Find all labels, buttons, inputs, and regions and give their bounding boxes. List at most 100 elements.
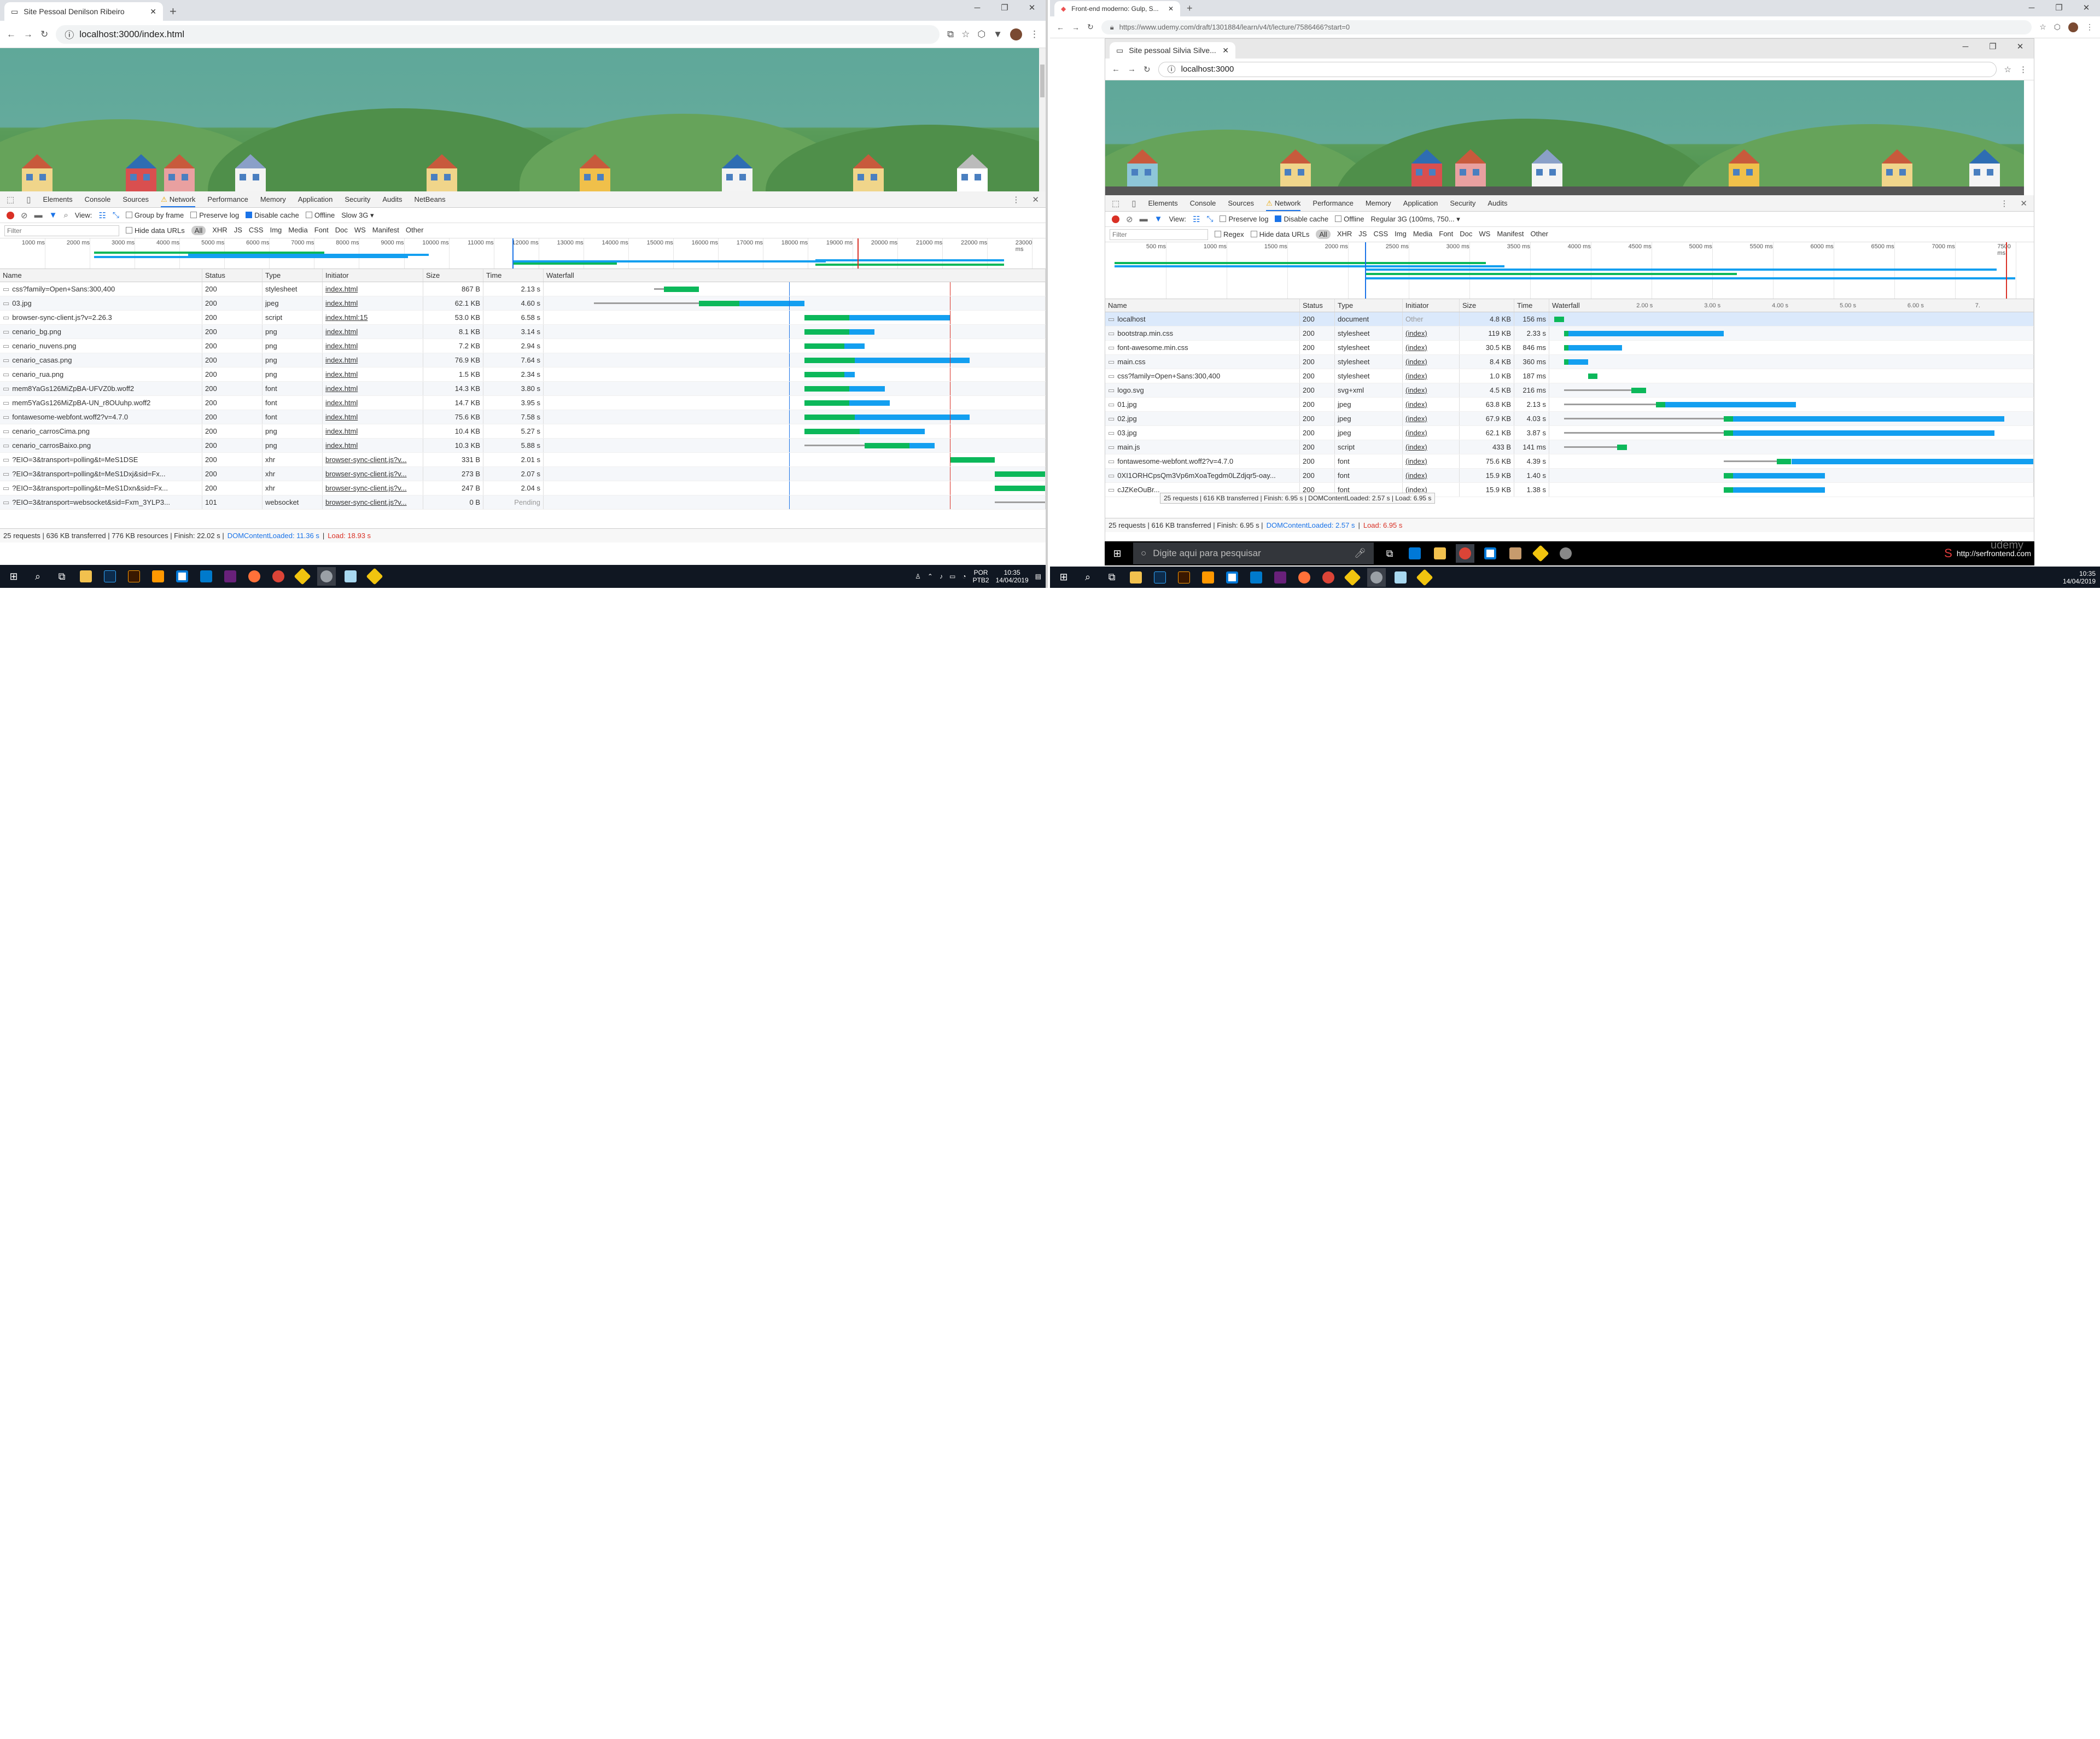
camera-icon[interactable]: ▬ <box>1140 214 1148 224</box>
cell-initiator[interactable]: browser-sync-client.js?v... <box>323 481 423 495</box>
more-icon[interactable]: ⋮ <box>2000 199 2008 208</box>
cell-initiator[interactable]: browser-sync-client.js?v... <box>323 453 423 466</box>
app-icon[interactable] <box>1391 568 1410 587</box>
chrome-icon[interactable] <box>1319 568 1338 587</box>
search-icon[interactable]: ⌕ <box>1078 568 1097 587</box>
tab-memory[interactable]: Memory <box>260 195 286 203</box>
overview-timeline[interactable]: 1000 ms 2000 ms 3000 ms 4000 ms 5000 ms 6000 … <box>0 238 1046 269</box>
inner-address-bar[interactable]: ⓘ localhost:3000 <box>1158 61 1997 77</box>
new-tab-button[interactable]: + <box>1180 3 1199 16</box>
close-tab-icon[interactable]: ✕ <box>1222 46 1229 55</box>
table-row[interactable]: ▭ browser-sync-client.js?v=2.26.3 200 scrip… <box>0 311 1046 325</box>
app-icon[interactable] <box>1481 544 1500 563</box>
table-row[interactable]: ▭ cenario_rua.png 200 png index.html 1.5 KB 2.… <box>0 367 1046 382</box>
app-icon[interactable] <box>341 567 360 586</box>
forward-icon[interactable]: → <box>1072 23 1080 32</box>
table-row[interactable]: ▭ cenario_carrosCima.png 200 png index.html 1… <box>0 424 1046 439</box>
more-icon[interactable]: ⋮ <box>1012 195 1020 205</box>
cell-initiator[interactable]: index.html:15 <box>323 311 423 324</box>
windows-start-icon[interactable]: ⊞ <box>4 567 23 586</box>
tab-memory[interactable]: Memory <box>1366 199 1391 207</box>
vscode-icon[interactable] <box>197 567 215 586</box>
clear-icon[interactable]: ⊘ <box>1126 214 1133 224</box>
table-row[interactable]: ▭ 01.jpg 200 jpeg (index) 63.8 KB 2.13 s <box>1105 398 2034 412</box>
app-icon[interactable] <box>173 567 191 586</box>
column-header-time[interactable]: Time <box>483 269 544 282</box>
task-view-icon[interactable]: ⧉ <box>1102 568 1121 587</box>
filter-type-js[interactable]: JS <box>1358 230 1367 239</box>
table-row[interactable]: ▭ 03.jpg 200 jpeg (index) 62.1 KB 3.87 s <box>1105 426 2034 440</box>
column-header-name[interactable]: Name <box>1105 299 1300 312</box>
file-explorer-icon[interactable] <box>1431 544 1449 563</box>
tab-audits[interactable]: Audits <box>382 195 402 203</box>
filter-type-doc[interactable]: Doc <box>1460 230 1472 239</box>
visual-studio-icon[interactable] <box>1271 568 1290 587</box>
tab-elements[interactable]: Elements <box>43 195 72 203</box>
overview-timeline[interactable]: 500 ms 1000 ms 1500 ms 2000 ms 2500 ms 3000 m… <box>1105 242 2034 299</box>
windows-start-icon[interactable]: ⊞ <box>1108 544 1127 563</box>
table-row[interactable]: ▭ logo.svg 200 svg+xml (index) 4.5 KB 216 ms <box>1105 383 2034 398</box>
cell-initiator[interactable]: (index) <box>1403 355 1460 369</box>
column-header-type[interactable]: Type <box>1335 299 1403 312</box>
table-row[interactable]: ▭ 03.jpg 200 jpeg index.html 62.1 KB 4.60 s <box>0 296 1046 311</box>
firefox-icon[interactable] <box>1295 568 1314 587</box>
table-row[interactable]: ▭ localhost 200 document Other 4.8 KB 156 ms <box>1105 312 2034 326</box>
offline-checkbox[interactable]: Offline <box>1335 215 1364 223</box>
column-header-waterfall[interactable]: Waterfall <box>544 269 1046 282</box>
task-view-icon[interactable]: ⧉ <box>52 567 71 586</box>
column-header-initiator[interactable]: Initiator <box>323 269 423 282</box>
back-icon[interactable]: ← <box>7 29 16 40</box>
reload-icon[interactable]: ↻ <box>1087 22 1094 32</box>
column-header-size[interactable]: Size <box>1460 299 1514 312</box>
table-row[interactable]: ▭ ?EIO=3&transport=polling&t=MeS1DSE 200 xh… <box>0 453 1046 467</box>
filter-icon[interactable]: ▼ <box>49 211 57 220</box>
throttle-select[interactable]: Regular 3G (100ms, 750... ▾ <box>1370 215 1460 224</box>
forward-icon[interactable]: → <box>1128 65 1136 74</box>
regex-checkbox[interactable]: Regex <box>1215 230 1244 238</box>
camera-icon[interactable]: ▬ <box>34 211 43 220</box>
table-row[interactable]: ▭ css?family=Open+Sans:300,400 200 styleshe… <box>0 282 1046 296</box>
back-icon[interactable]: ← <box>1057 23 1064 32</box>
filter-type-media[interactable]: Media <box>1413 230 1432 239</box>
illustrator-icon[interactable] <box>125 567 143 586</box>
clock[interactable]: 10:35 14/04/2019 <box>2063 570 2096 585</box>
cell-initiator[interactable]: index.html <box>323 353 423 367</box>
network-icon[interactable]: ◔ <box>962 573 966 580</box>
cell-initiator[interactable]: (index) <box>1403 326 1460 340</box>
photoshop-icon[interactable] <box>1151 568 1169 587</box>
cell-initiator[interactable]: (index) <box>1403 440 1460 454</box>
tab-elements[interactable]: Elements <box>1148 199 1177 207</box>
cell-initiator[interactable]: (index) <box>1403 412 1460 425</box>
column-header-waterfall[interactable]: Waterfall 2.00 s 3.00 s 4.00 s 5.00 s 6.00 s 7… <box>1549 299 2034 312</box>
chrome-icon[interactable] <box>1456 544 1474 563</box>
back-icon[interactable]: ← <box>1112 65 1120 74</box>
inspect-icon[interactable]: ⬚ <box>1112 199 1119 208</box>
chrome-icon[interactable] <box>317 567 336 586</box>
tab-network[interactable]: ⚠ Network <box>1266 199 1301 211</box>
table-row[interactable]: ▭ font-awesome.min.css 200 stylesheet (index… <box>1105 341 2034 355</box>
firefox-icon[interactable] <box>245 567 264 586</box>
tab-performance[interactable]: Performance <box>1312 199 1353 207</box>
hide-data-urls-checkbox[interactable]: Hide data URLs <box>126 226 185 235</box>
cell-initiator[interactable]: (index) <box>1403 454 1460 468</box>
table-row[interactable]: ▭ css?family=Open+Sans:300,400 200 styleshe… <box>1105 369 2034 383</box>
menu-icon[interactable]: ⋮ <box>1030 29 1039 40</box>
extension-icon[interactable]: ⬡ <box>2054 22 2061 32</box>
cell-initiator[interactable]: index.html <box>323 339 423 353</box>
filter-type-ws[interactable]: WS <box>354 226 366 235</box>
filter-type-css[interactable]: CSS <box>249 226 264 235</box>
notifications-icon[interactable]: ▤ <box>1035 573 1041 580</box>
close-devtools-icon[interactable]: ✕ <box>1032 195 1039 205</box>
app-icon[interactable] <box>1506 544 1525 563</box>
filter-type-other[interactable]: Other <box>1531 230 1549 239</box>
filter-input[interactable] <box>1110 229 1208 240</box>
clock[interactable]: 10:35 14/04/2019 <box>996 569 1029 584</box>
filter-type-all[interactable]: All <box>1316 230 1331 239</box>
outer-browser-tab[interactable]: ◆ Front-end moderno: Gulp, S... ✕ <box>1054 1 1180 16</box>
cell-initiator[interactable]: index.html <box>323 410 423 424</box>
search-icon[interactable]: ⌕ <box>63 211 68 220</box>
cell-initiator[interactable]: index.html <box>323 396 423 410</box>
outer-address-bar[interactable]: 🔒︎ https://www.udemy.com/draft/1301884/l… <box>1101 20 2032 34</box>
table-row[interactable]: ▭ cenario_casas.png 200 png index.html 76.9 K… <box>0 353 1046 367</box>
maximize-icon[interactable]: ❐ <box>2045 0 2073 16</box>
